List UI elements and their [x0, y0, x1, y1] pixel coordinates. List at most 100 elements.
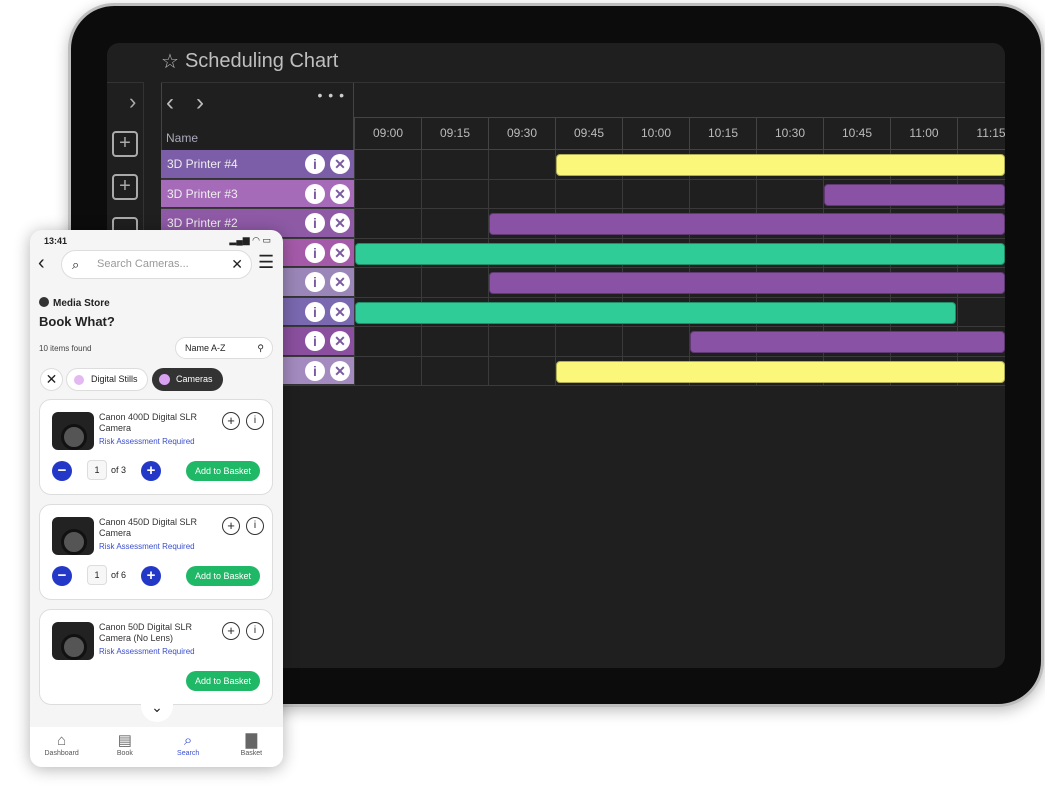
- quantity-max: of 3: [111, 465, 127, 475]
- schedule-row: 3D Printer #4 i ✕: [161, 150, 1005, 180]
- add-to-basket-button[interactable]: Add to Basket: [186, 461, 260, 481]
- tab-basket[interactable]: ▇ Basket: [220, 727, 283, 767]
- info-icon[interactable]: i: [305, 183, 325, 204]
- remove-icon[interactable]: ✕: [330, 331, 350, 351]
- add-circle-icon[interactable]: +: [222, 412, 240, 430]
- basket-icon: ▇: [245, 732, 258, 749]
- time-label: 11:00: [890, 118, 957, 151]
- resource-name[interactable]: 3D Printer #3 i ✕: [161, 179, 354, 208]
- add-to-basket-button[interactable]: Add to Basket: [186, 566, 260, 586]
- item-title: Canon 400D Digital SLR Camera: [99, 412, 198, 433]
- time-label: 10:00: [622, 118, 689, 151]
- quantity-max: of 6: [111, 570, 127, 580]
- time-label: 09:15: [421, 118, 488, 151]
- booking-bar[interactable]: [355, 242, 1005, 265]
- phone-app: 13:41 ▂▄▆ ◠ ▭ ‹ Search Cameras... ⌕ ✕ ☰ …: [30, 230, 283, 767]
- remove-icon[interactable]: ✕: [330, 360, 350, 381]
- schedule-grid: ‹ › • • • Name 09:00 09:15 09:30 09:45 10:00…: [161, 82, 1005, 386]
- clear-filters-button[interactable]: ✕: [40, 368, 63, 391]
- camera-image: [52, 412, 94, 450]
- name-header: Name: [166, 131, 199, 145]
- expand-chevron-icon[interactable]: ›: [129, 89, 136, 115]
- bottom-tab-bar: ⌂ Dashboard ▤ Book ⌕ Search ▇ Basket: [30, 727, 283, 767]
- increment-button[interactable]: +: [141, 566, 161, 586]
- risk-link[interactable]: Risk Assessment Required: [99, 647, 195, 656]
- time-label: 11:15: [957, 118, 1005, 151]
- remove-icon[interactable]: ✕: [330, 213, 350, 233]
- book-icon: ▤: [117, 732, 132, 749]
- booking-bar[interactable]: [489, 213, 1005, 235]
- decrement-button[interactable]: −: [52, 566, 72, 586]
- item-card[interactable]: Canon 50D Digital SLR Camera (No Lens) R…: [39, 609, 273, 705]
- quantity-field[interactable]: 1: [87, 565, 107, 585]
- item-card[interactable]: Canon 400D Digital SLR Camera Risk Asses…: [39, 399, 273, 495]
- remove-icon[interactable]: ✕: [330, 272, 350, 292]
- add-circle-icon[interactable]: +: [222, 517, 240, 535]
- booking-bar[interactable]: [556, 360, 1005, 383]
- info-icon[interactable]: i: [246, 412, 264, 430]
- search-icon: ⌕: [72, 257, 80, 272]
- home-icon: ⌂: [57, 732, 67, 749]
- add-icon[interactable]: +: [112, 174, 138, 200]
- info-icon[interactable]: i: [305, 154, 325, 174]
- add-calendar-icon[interactable]: +: [112, 131, 138, 157]
- name-column-header: ‹ › • • • Name: [161, 83, 354, 150]
- item-card[interactable]: Canon 450D Digital SLR Camera Risk Asses…: [39, 504, 273, 600]
- more-icon[interactable]: • • •: [318, 87, 345, 103]
- booking-bar[interactable]: [690, 331, 1005, 353]
- filter-cameras[interactable]: Cameras: [152, 368, 223, 391]
- remove-icon[interactable]: ✕: [330, 183, 350, 204]
- menu-icon[interactable]: ☰: [258, 252, 274, 273]
- schedule-row: ...i✕: [161, 356, 1005, 386]
- camera-image: [52, 622, 94, 660]
- time-label: 09:30: [488, 118, 555, 151]
- increment-button[interactable]: +: [141, 461, 161, 481]
- next-icon[interactable]: ›: [196, 89, 204, 117]
- tab-dashboard[interactable]: ⌂ Dashboard: [30, 727, 93, 767]
- remove-icon[interactable]: ✕: [330, 154, 350, 174]
- results-count: 10 items found: [39, 344, 92, 353]
- tab-book[interactable]: ▤ Book: [93, 727, 156, 767]
- resource-label: 3D Printer #2: [167, 216, 238, 230]
- search-input[interactable]: Search Cameras... ⌕ ✕: [61, 250, 252, 279]
- schedule-row: R...i✕: [161, 297, 1005, 327]
- add-circle-icon[interactable]: +: [222, 622, 240, 640]
- info-icon[interactable]: i: [305, 213, 325, 233]
- info-icon[interactable]: i: [246, 517, 264, 535]
- info-icon[interactable]: i: [305, 272, 325, 292]
- resource-label: 3D Printer #3: [167, 186, 238, 201]
- decrement-button[interactable]: −: [52, 461, 72, 481]
- booking-bar[interactable]: [355, 301, 956, 324]
- search-placeholder: Search Cameras...: [97, 258, 189, 270]
- time-label: 10:45: [823, 118, 890, 151]
- booking-bar[interactable]: [824, 183, 1005, 206]
- tab-search[interactable]: ⌕ Search: [157, 727, 220, 767]
- risk-link[interactable]: Risk Assessment Required: [99, 542, 195, 551]
- risk-link[interactable]: Risk Assessment Required: [99, 437, 195, 446]
- sort-dropdown[interactable]: Name A-Z ⚲: [175, 337, 273, 359]
- remove-icon[interactable]: ✕: [330, 301, 350, 322]
- add-to-basket-button[interactable]: Add to Basket: [186, 671, 260, 691]
- filter-digital-stills[interactable]: Digital Stills: [66, 368, 148, 391]
- camera-image: [52, 517, 94, 555]
- info-icon[interactable]: i: [305, 360, 325, 381]
- item-title: Canon 50D Digital SLR Camera (No Lens): [99, 622, 193, 643]
- back-icon[interactable]: ‹: [38, 252, 45, 275]
- schedule-row: 3D Printer #3 i ✕: [161, 179, 1005, 209]
- schedule-row: i ✕: [161, 238, 1005, 268]
- booking-bar[interactable]: [556, 154, 1005, 176]
- info-icon[interactable]: i: [305, 331, 325, 351]
- time-label: 10:15: [689, 118, 756, 151]
- quantity-field[interactable]: 1: [87, 460, 107, 480]
- prev-icon[interactable]: ‹: [166, 89, 174, 117]
- info-icon[interactable]: i: [305, 242, 325, 263]
- clear-icon[interactable]: ✕: [231, 251, 243, 278]
- remove-icon[interactable]: ✕: [330, 242, 350, 263]
- info-icon[interactable]: i: [246, 622, 264, 640]
- time-label: 09:45: [555, 118, 622, 151]
- scroll-down-icon[interactable]: ⌄: [141, 696, 173, 722]
- resource-name[interactable]: 3D Printer #4 i ✕: [161, 150, 354, 179]
- info-icon[interactable]: i: [305, 301, 325, 322]
- booking-bar[interactable]: [489, 272, 1005, 294]
- star-icon[interactable]: ☆: [161, 49, 179, 74]
